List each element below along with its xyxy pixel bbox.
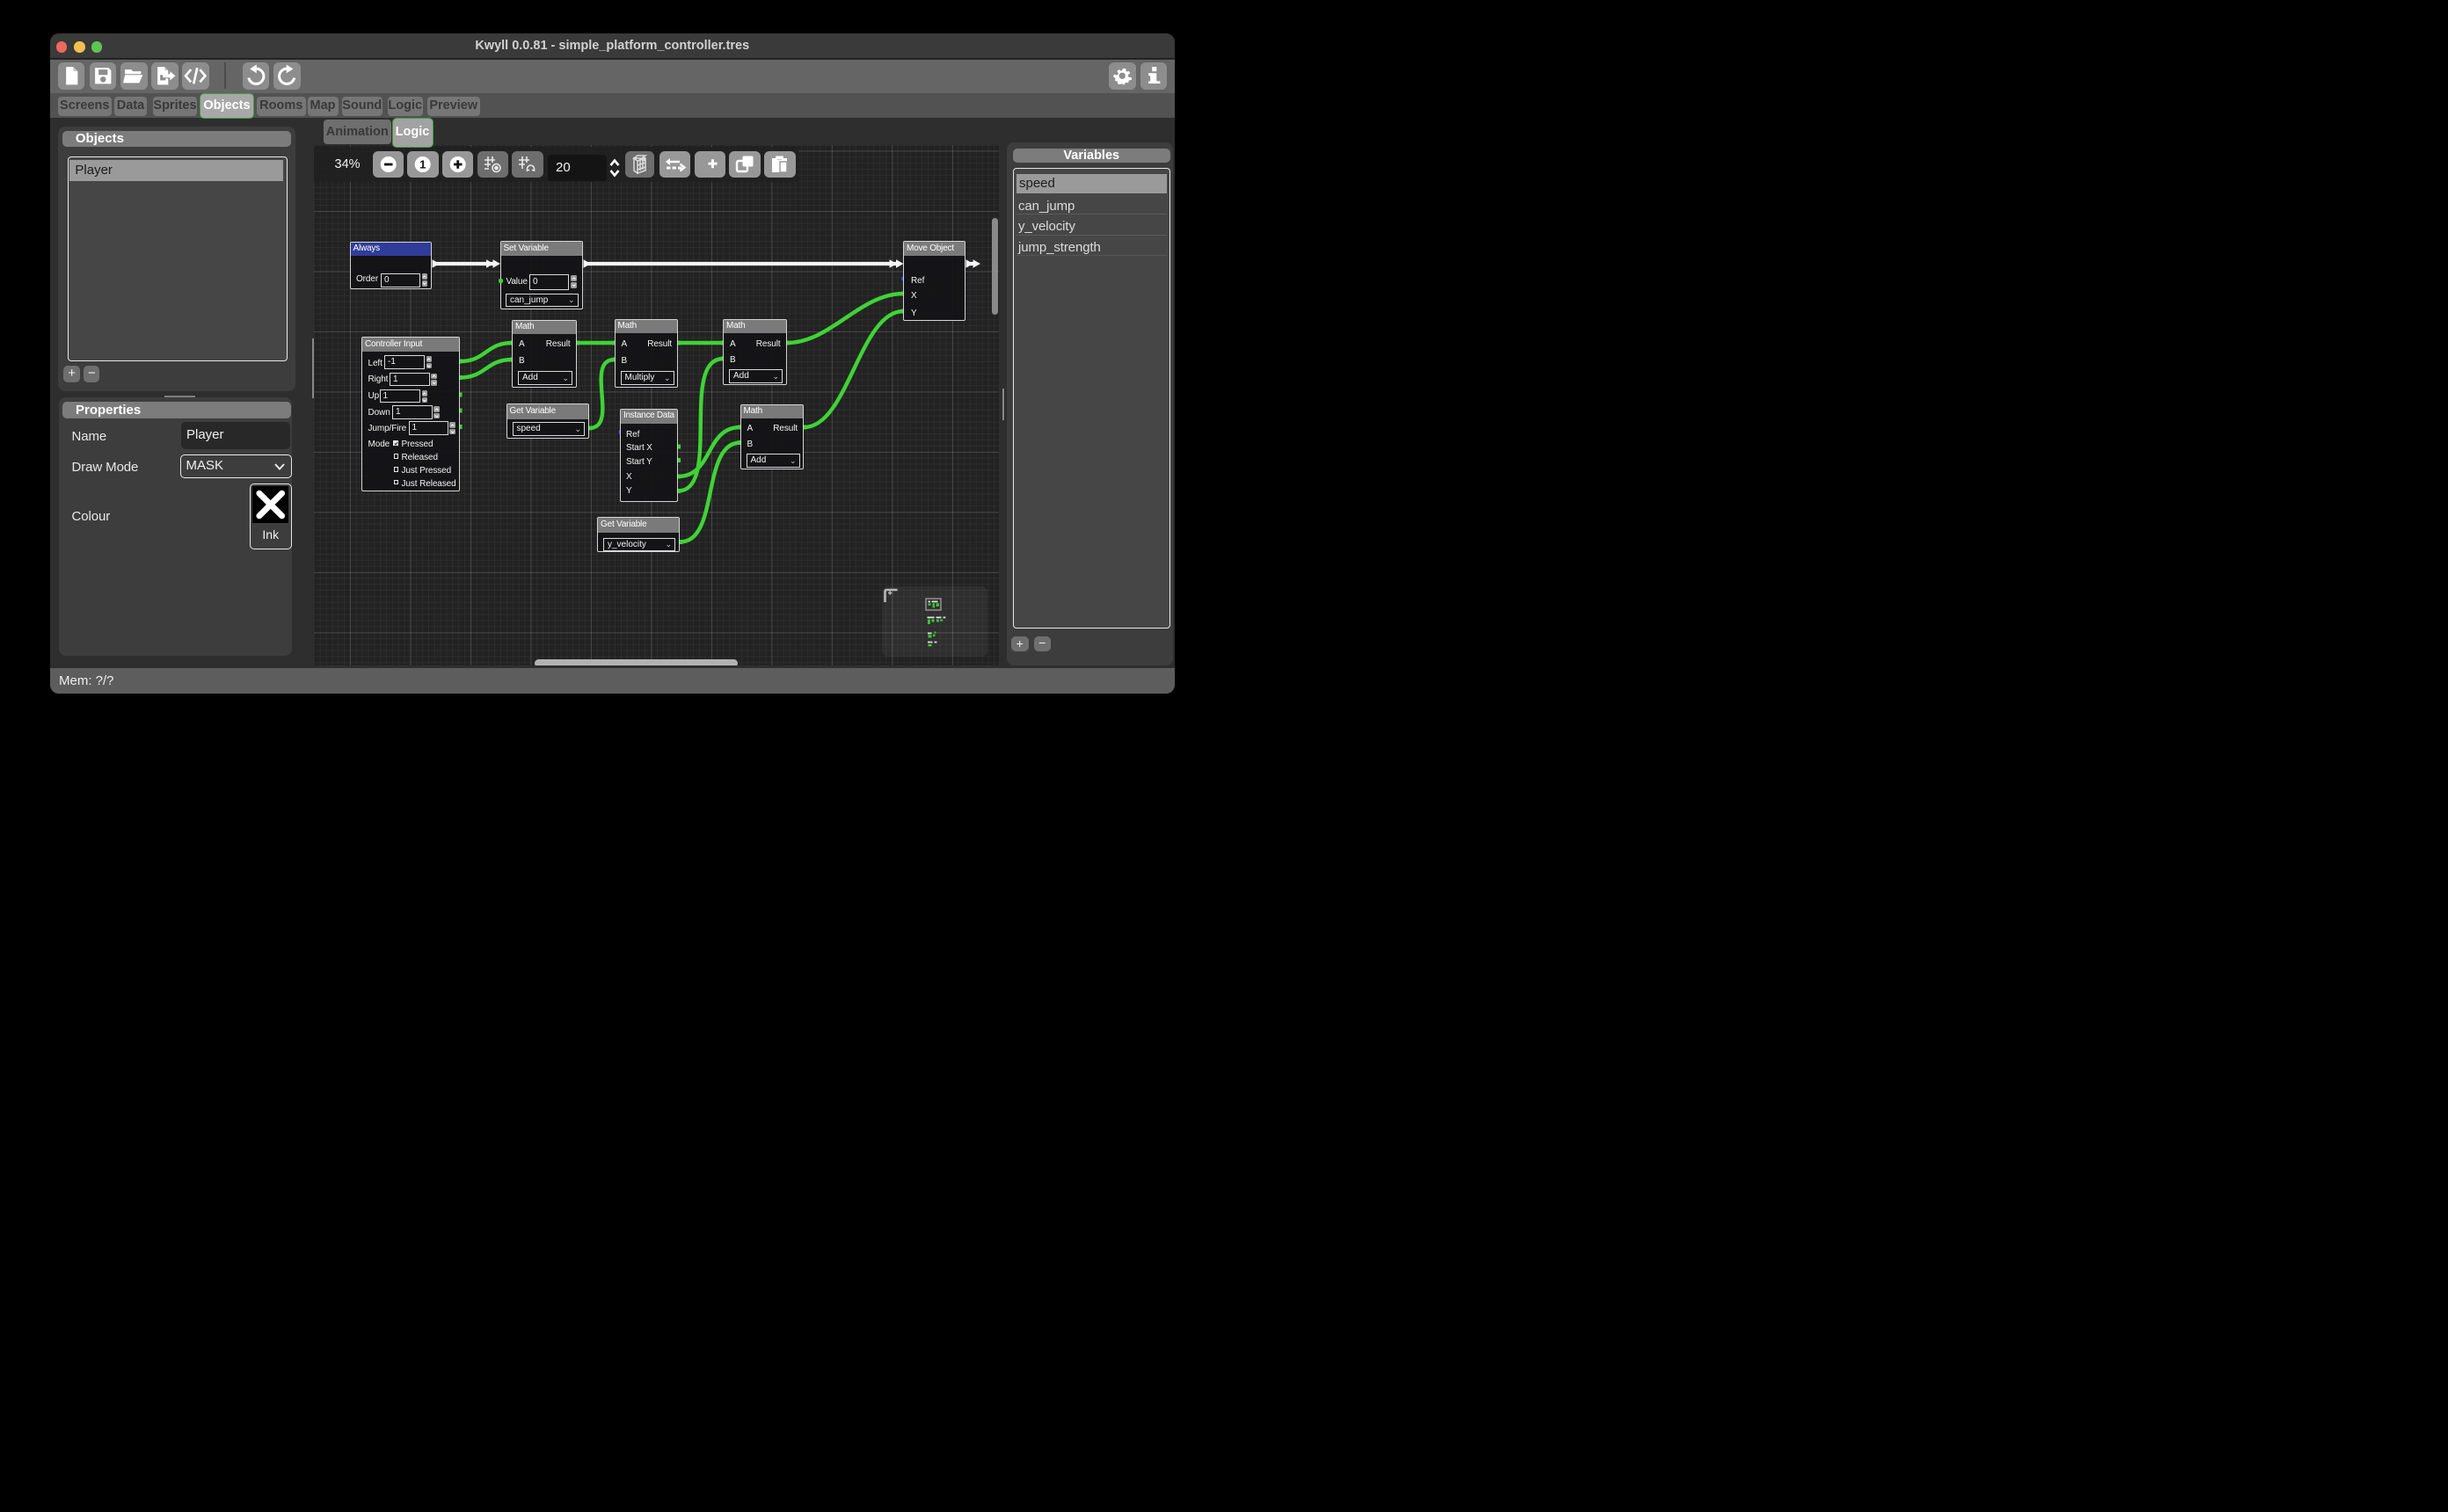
svg-text:1: 1	[419, 158, 426, 171]
